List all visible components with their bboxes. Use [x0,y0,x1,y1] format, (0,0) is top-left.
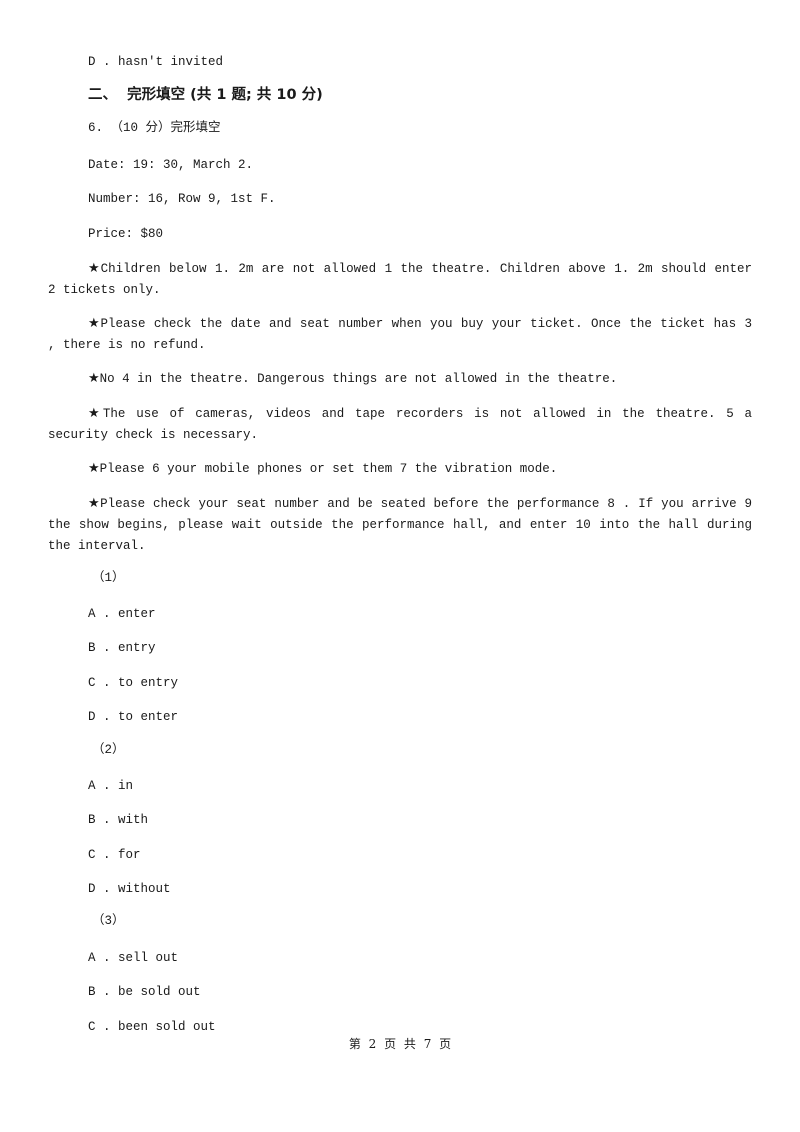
star-icon: ★ [88,461,100,476]
star-icon: ★ [88,371,100,386]
rule-paragraph: ★Please check your seat number and be se… [48,496,753,553]
page-number-footer: 第 2 页 共 7 页 [348,1037,452,1051]
option-c[interactable]: C . to entry [88,675,178,691]
document-page: D . hasn't invited 二、 完形填空 (共 1 题; 共 10 … [0,0,800,1132]
star-icon: ★ [88,496,101,511]
option-d[interactable]: D . to enter [88,709,178,725]
rule-paragraph: ★Please check the date and seat number w… [48,316,753,352]
rule-paragraph: ★Please 6 your mobile phones or set them… [88,461,558,476]
option-b[interactable]: B . entry [88,640,156,656]
ticket-price: Price: $80 [88,227,164,241]
rule-paragraph: ★No 4 in the theatre. Dangerous things a… [88,371,618,386]
option-c[interactable]: C . been sold out [88,1019,216,1035]
option-a[interactable]: A . in [88,778,133,794]
sub-question-label: （2） [92,743,125,757]
rule-paragraph: ★Children below 1. 2m are not allowed 1 … [48,261,752,297]
ticket-number: Number: 16, Row 9, 1st F. [88,192,276,206]
option-c[interactable]: C . for [88,847,141,863]
star-icon: ★ [88,316,101,331]
section-heading: 二、 完形填空 (共 1 题; 共 10 分) [88,87,323,103]
option-a[interactable]: A . sell out [88,950,178,966]
ticket-date: Date: 19: 30, March 2. [88,158,254,172]
option-d[interactable]: D . without [88,881,171,897]
sub-question-label: （1） [92,571,125,585]
star-icon: ★ [88,261,101,276]
sub-question-label: （3） [92,914,125,928]
star-icon: ★ [88,406,103,421]
option-b[interactable]: B . with [88,812,148,828]
previous-option-d: D . hasn't invited [88,55,224,69]
rule-paragraph: ★The use of cameras, videos and tape rec… [48,406,752,442]
option-a[interactable]: A . enter [88,606,156,622]
option-b[interactable]: B . be sold out [88,984,201,1000]
question-title: 6. （10 分）完形填空 [88,121,221,135]
